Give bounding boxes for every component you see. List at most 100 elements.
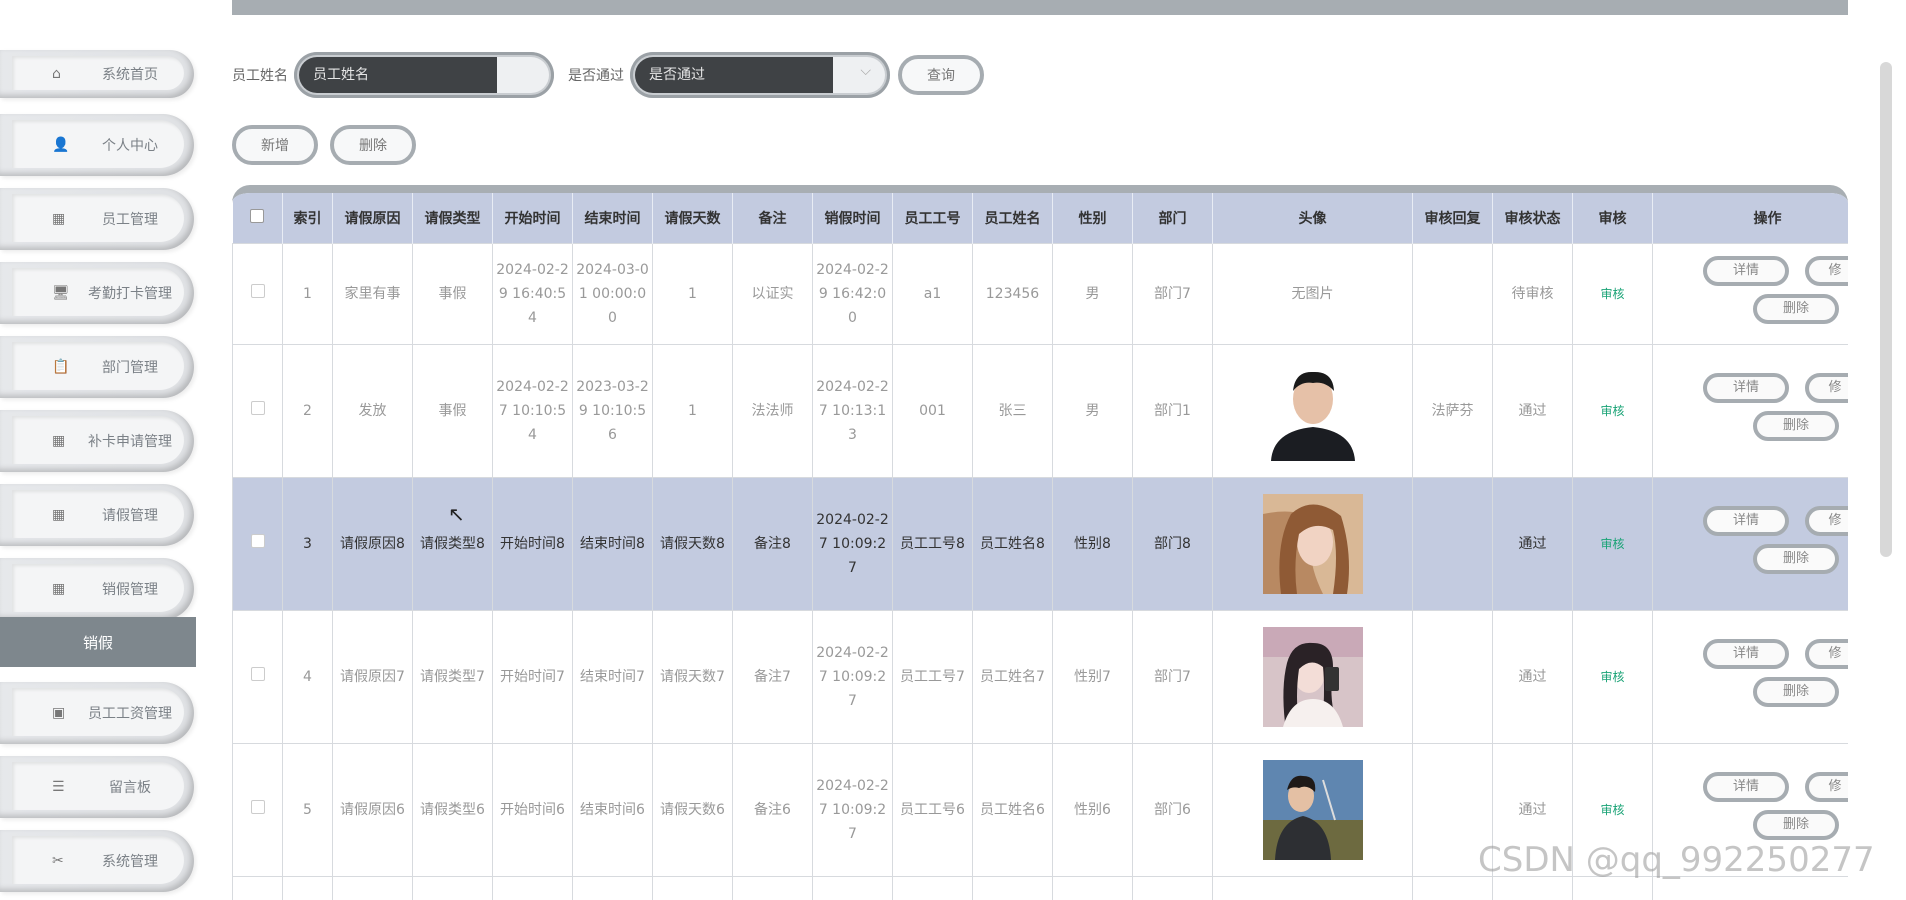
edit-button[interactable]: 修	[1805, 639, 1848, 669]
cell-type: 事假	[413, 244, 493, 345]
table-row-selected: 3 请假原因8 请假类型8 开始时间8 结束时间8 请假天数8 备注8 2024…	[233, 478, 1849, 611]
row-checkbox[interactable]	[251, 284, 265, 298]
sidebar-item-label: 考勤打卡管理	[80, 283, 180, 303]
detail-button[interactable]: 详情	[1703, 506, 1789, 536]
cell-days: 请假天数7	[653, 611, 733, 744]
detail-button[interactable]: 详情	[1703, 639, 1789, 669]
cell-cancel-time: 2024-02-27 10:09:27	[813, 478, 893, 611]
cell-gender: 性别7	[1053, 611, 1133, 744]
cell-index: 2	[283, 345, 333, 478]
row-delete-button[interactable]: 删除	[1753, 411, 1839, 441]
list-icon: ☰	[52, 779, 65, 795]
cell-cancel-time: 2024-02-27 10:09:27	[813, 744, 893, 877]
cell-days: 请假天数8	[653, 478, 733, 611]
chevron-down-icon	[833, 57, 885, 93]
column-header: 审核回复	[1413, 193, 1493, 244]
row-checkbox[interactable]	[251, 401, 265, 415]
column-header: 部门	[1133, 193, 1213, 244]
sidebar-item-personal-center[interactable]: 👤 个人中心	[0, 114, 194, 176]
page-scrollbar[interactable]	[1880, 62, 1892, 557]
clipboard-icon: 📋	[52, 359, 69, 375]
cell-note: 法法师	[733, 345, 813, 478]
detail-button[interactable]: 详情	[1703, 373, 1789, 403]
cell-empty	[733, 877, 813, 900]
cell-empty	[653, 877, 733, 900]
sidebar-item-cancel-leave[interactable]: ▦ 销假管理	[0, 558, 194, 620]
select-all-checkbox[interactable]	[250, 209, 264, 223]
cell-note: 备注6	[733, 744, 813, 877]
sidebar-item-employee[interactable]: ▦ 员工管理	[0, 188, 194, 250]
cell-gender: 男	[1053, 345, 1133, 478]
column-header: 审核	[1573, 193, 1653, 244]
sidebar-item-attendance[interactable]: 🖥 考勤打卡管理	[0, 262, 194, 324]
sidebar-item-system[interactable]: ✂ 系统管理	[0, 830, 194, 892]
avatar-image	[1263, 361, 1363, 461]
sidebar-item-label: 补卡申请管理	[80, 431, 180, 451]
pass-status-select[interactable]: 是否通过	[630, 52, 890, 98]
employee-name-input[interactable]: 员工姓名	[294, 52, 554, 98]
tools-icon: ✂	[52, 853, 64, 869]
verify-link[interactable]: 审核	[1600, 670, 1624, 684]
row-delete-button[interactable]: 删除	[1753, 294, 1839, 324]
row-select-cell	[233, 611, 283, 744]
detail-button[interactable]: 详情	[1703, 256, 1789, 286]
verify-link[interactable]: 审核	[1600, 287, 1624, 301]
employee-name-placeholder: 员工姓名	[299, 57, 497, 93]
cell-status: 通过	[1493, 611, 1573, 744]
sidebar-item-home[interactable]: ⌂ 系统首页	[0, 50, 194, 98]
detail-button[interactable]: 详情	[1703, 772, 1789, 802]
edit-button[interactable]: 修	[1805, 373, 1848, 403]
edit-button[interactable]: 修	[1805, 256, 1848, 286]
sidebar-item-label: 系统管理	[80, 851, 180, 871]
sidebar-item-message-board[interactable]: ☰ 留言板	[0, 756, 194, 818]
monitor-icon: 🖥	[52, 285, 70, 301]
verify-link[interactable]: 审核	[1600, 404, 1624, 418]
cell-index: 3	[283, 478, 333, 611]
sidebar-item-department[interactable]: 📋 部门管理	[0, 336, 194, 398]
row-delete-button[interactable]: 删除	[1753, 544, 1839, 574]
row-checkbox[interactable]	[251, 800, 265, 814]
column-header: 性别	[1053, 193, 1133, 244]
cell-avatar	[1213, 478, 1413, 611]
cell-reply	[1413, 244, 1493, 345]
cell-empty	[1573, 877, 1653, 900]
cell-start: 开始时间6	[493, 744, 573, 877]
leave-cancel-table: 索引 请假原因 请假类型 开始时间 结束时间 请假天数 备注 销假时间 员工工号…	[232, 185, 1848, 900]
delete-button[interactable]: 删除	[330, 125, 416, 165]
column-header: 操作	[1653, 193, 1849, 244]
cell-cancel-time: 2024-02-27 10:09:27	[813, 611, 893, 744]
pass-status-label: 是否通过	[568, 65, 624, 85]
watermark: CSDN @qq_992250277	[1478, 840, 1875, 880]
edit-button[interactable]: 修	[1805, 772, 1848, 802]
sidebar-item-makeup-card[interactable]: ▦ 补卡申请管理	[0, 410, 194, 472]
row-checkbox[interactable]	[251, 667, 265, 681]
column-header: 请假天数	[653, 193, 733, 244]
cell-days: 1	[653, 345, 733, 478]
row-checkbox[interactable]	[251, 534, 265, 548]
cell-type: 事假	[413, 345, 493, 478]
sidebar-item-salary[interactable]: ▣ 员工工资管理	[0, 682, 194, 744]
cell-start: 开始时间7	[493, 611, 573, 744]
column-header: 员工姓名	[973, 193, 1053, 244]
add-button[interactable]: 新增	[232, 125, 318, 165]
row-delete-button[interactable]: 删除	[1753, 810, 1839, 840]
cell-end: 结束时间8	[573, 478, 653, 611]
cell-end: 结束时间6	[573, 744, 653, 877]
cell-employee-name: 员工姓名7	[973, 611, 1053, 744]
verify-link[interactable]: 审核	[1600, 803, 1624, 817]
cell-verify: 审核	[1573, 244, 1653, 345]
cell-type: 请假类型6	[413, 744, 493, 877]
cell-start: 2024-02-29 16:40:54	[493, 244, 573, 345]
column-header: 索引	[283, 193, 333, 244]
column-header: 头像	[1213, 193, 1413, 244]
edit-button[interactable]: 修	[1805, 506, 1848, 536]
cell-employee-no: 员工工号7	[893, 611, 973, 744]
verify-link[interactable]: 审核	[1600, 537, 1624, 551]
row-delete-button[interactable]: 删除	[1753, 677, 1839, 707]
query-button[interactable]: 查询	[898, 55, 984, 95]
cell-gender: 性别8	[1053, 478, 1133, 611]
sidebar-item-leave[interactable]: ▦ 请假管理	[0, 484, 194, 546]
sidebar-subitem-cancel-leave[interactable]: 销假	[0, 617, 196, 667]
cell-empty	[573, 877, 653, 900]
cell-cancel-time: 2024-02-29 16:42:00	[813, 244, 893, 345]
